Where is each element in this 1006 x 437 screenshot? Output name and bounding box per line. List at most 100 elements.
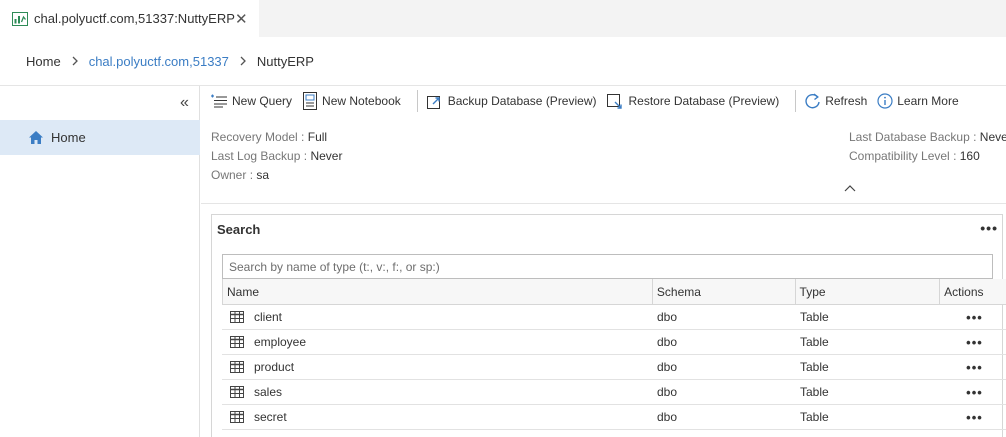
new-query-icon [211, 94, 227, 108]
home-icon [29, 131, 43, 144]
row-name: sales [254, 385, 283, 399]
property-key: Compatibility Level [849, 149, 950, 163]
tab-bar: chal.polyuctf.com,51337:NuttyERP ✕ [0, 0, 1006, 37]
sidebar: « Home [0, 86, 200, 437]
row-name: secret [254, 410, 287, 424]
row-schema: dbo [657, 310, 678, 324]
row-type: Table [800, 335, 829, 349]
row-type: Table [800, 360, 829, 374]
property-key: Owner [211, 168, 247, 182]
refresh-button[interactable]: Refresh [804, 92, 868, 110]
toolbar-separator [795, 90, 797, 112]
restore-label: Restore Database (Preview) [628, 94, 780, 108]
property-separator: : [249, 168, 254, 182]
property-key: Last Database Backup [849, 130, 970, 144]
table-icon [230, 386, 244, 398]
row-actions-icon[interactable]: ••• [941, 410, 1006, 425]
table-row[interactable]: sales dbo Table ••• [222, 380, 1006, 405]
row-name: employee [254, 335, 307, 349]
property-value: 160 [959, 149, 980, 163]
backup-icon [426, 95, 440, 109]
column-header-schema[interactable]: Schema [653, 279, 796, 304]
row-name-cell: employee [222, 335, 653, 349]
column-header-actions[interactable]: Actions [940, 279, 1006, 304]
notebook-icon [303, 92, 318, 110]
property-compatibility-level: Compatibility Level : 160 [849, 147, 1006, 166]
backup-database-button[interactable]: Backup Database (Preview) [426, 93, 597, 110]
property-recovery-model: Recovery Model : Full [211, 128, 342, 147]
refresh-icon [805, 92, 820, 108]
table-icon [230, 411, 244, 423]
info-icon [877, 93, 893, 109]
row-type: Table [800, 410, 829, 424]
row-type: Table [800, 385, 829, 399]
divider [201, 203, 1006, 204]
database-properties-left: Recovery Model : Full Last Log Backup : … [211, 128, 342, 185]
sidebar-item-label: Home [51, 130, 86, 145]
row-schema: dbo [657, 385, 678, 399]
property-key: Last Log Backup [211, 149, 301, 163]
restore-database-button[interactable]: Restore Database (Preview) [606, 93, 779, 110]
table-row[interactable]: client dbo Table ••• [222, 305, 1006, 330]
row-name: client [254, 310, 283, 324]
property-owner: Owner : sa [211, 166, 342, 185]
new-notebook-label: New Notebook [322, 94, 401, 108]
new-query-label: New Query [232, 94, 293, 108]
property-separator: : [303, 149, 308, 163]
database-dashboard-icon [12, 11, 28, 26]
column-header-type[interactable]: Type [796, 279, 941, 304]
new-query-button[interactable]: New Query [210, 94, 292, 108]
property-value: Full [307, 130, 328, 144]
objects-grid: Name Schema Type Actions client dbo Tabl… [222, 279, 1006, 430]
toolbar: New Query New Notebook Backup Database (… [210, 88, 969, 114]
chevron-right-icon [239, 54, 247, 69]
chevron-right-icon [71, 54, 79, 69]
row-actions-icon[interactable]: ••• [941, 335, 1006, 350]
table-row[interactable]: employee dbo Table ••• [222, 330, 1006, 355]
breadcrumb: Home chal.polyuctf.com,51337 NuttyERP [26, 52, 314, 70]
property-key: Recovery Model [211, 130, 298, 144]
new-notebook-button[interactable]: New Notebook [302, 92, 401, 110]
table-row[interactable]: product dbo Table ••• [222, 355, 1006, 380]
toolbar-separator [416, 90, 418, 112]
row-actions-icon[interactable]: ••• [941, 360, 1006, 375]
property-value: Neve [979, 130, 1006, 144]
row-schema: dbo [657, 410, 678, 424]
breadcrumb-server[interactable]: chal.polyuctf.com,51337 [89, 54, 229, 69]
sidebar-item-home[interactable]: Home [0, 120, 200, 155]
table-icon [230, 311, 244, 323]
search-panel-title: Search [217, 222, 261, 237]
row-name-cell: secret [222, 410, 653, 424]
more-options-icon[interactable]: ••• [980, 220, 998, 236]
database-properties-right: Last Database Backup : Neve Compatibilit… [849, 128, 1006, 166]
grid-header: Name Schema Type Actions [222, 279, 1006, 305]
row-name-cell: sales [222, 385, 653, 399]
close-icon[interactable]: ✕ [235, 10, 248, 28]
row-name-cell: product [222, 360, 653, 374]
row-type: Table [800, 310, 829, 324]
row-name-cell: client [222, 310, 653, 324]
chevron-up-icon[interactable] [844, 184, 856, 192]
backup-label: Backup Database (Preview) [447, 94, 597, 108]
row-name: product [254, 360, 295, 374]
refresh-label: Refresh [825, 94, 868, 108]
property-last-database-backup: Last Database Backup : Neve [849, 128, 1006, 147]
search-panel: Search ••• Name Schema Type Actions clie… [211, 214, 1006, 437]
property-value: Never [310, 149, 343, 163]
property-separator: : [973, 130, 977, 144]
tab-database[interactable]: chal.polyuctf.com,51337:NuttyERP ✕ [0, 0, 259, 37]
breadcrumb-home[interactable]: Home [26, 54, 61, 69]
table-row[interactable]: secret dbo Table ••• [222, 405, 1006, 430]
search-input[interactable] [222, 254, 993, 279]
row-actions-icon[interactable]: ••• [941, 385, 1006, 400]
collapse-sidebar-icon[interactable]: « [180, 94, 189, 112]
table-icon [230, 361, 244, 373]
row-actions-icon[interactable]: ••• [941, 310, 1006, 325]
property-separator: : [301, 130, 305, 144]
property-value: sa [256, 168, 270, 182]
table-icon [230, 336, 244, 348]
property-separator: : [953, 149, 957, 163]
learn-more-button[interactable]: Learn More [877, 93, 959, 109]
column-header-name[interactable]: Name [223, 279, 653, 304]
learn-more-label: Learn More [897, 94, 959, 108]
